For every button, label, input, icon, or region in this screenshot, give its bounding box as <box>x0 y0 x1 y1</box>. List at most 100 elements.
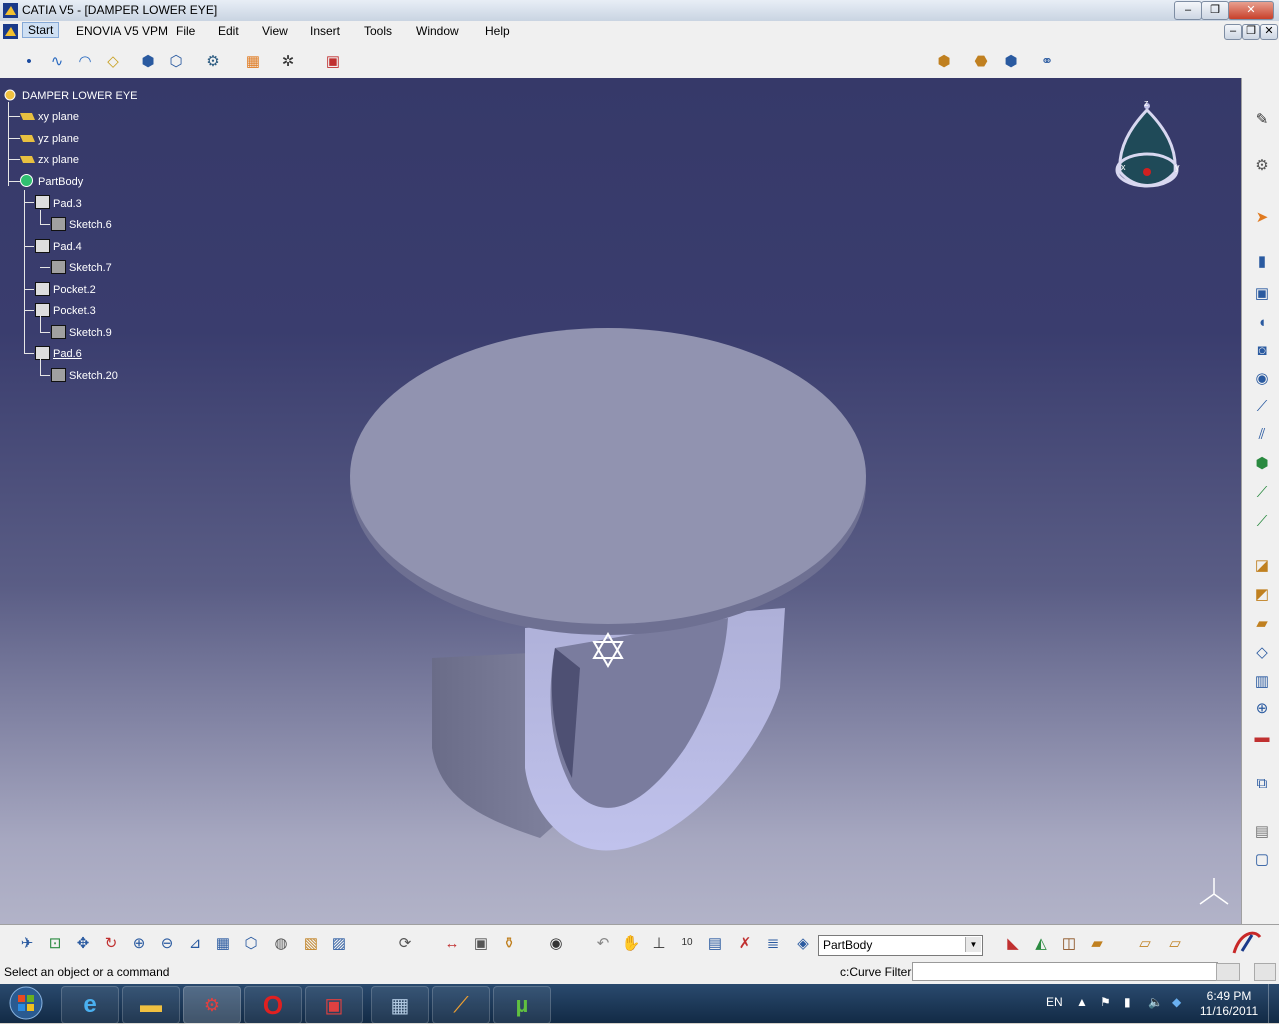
capture-icon[interactable]: ◉ <box>545 932 567 954</box>
pan-icon[interactable]: ✥ <box>72 932 94 954</box>
hole-tool-icon[interactable]: ◉ <box>1251 367 1273 389</box>
chevron-down-icon[interactable]: ▼ <box>965 937 981 952</box>
measure-tool-icon[interactable]: ▤ <box>1251 820 1273 842</box>
maximize-button[interactable]: ❐ <box>1201 1 1229 20</box>
windows-start-button[interactable] <box>4 985 48 1022</box>
catia-taskbar-icon[interactable]: ⚙ <box>183 986 241 1024</box>
stiffener-tool-icon[interactable]: ⬢ <box>1251 452 1273 474</box>
calculator-icon[interactable]: ▦ <box>371 986 429 1024</box>
union-icon[interactable]: ⬢ <box>1000 50 1022 72</box>
remove-face-tool-icon[interactable]: ▬ <box>1251 726 1273 748</box>
fillet-tool-icon[interactable]: ◪ <box>1251 554 1273 576</box>
tree-item-pad-6[interactable]: Pad.6 <box>53 348 82 360</box>
thickness-tool-icon[interactable]: ▥ <box>1251 670 1273 692</box>
spline-icon[interactable]: ∿ <box>46 50 68 72</box>
current-body-select[interactable]: PartBody ▼ <box>818 935 983 956</box>
tree-item-sketch-9[interactable]: Sketch.9 <box>69 327 112 339</box>
tree-item-pad-3[interactable]: Pad.3 <box>53 198 82 210</box>
3d-viewport[interactable]: DAMPER LOWER EYE xy plane yz plane zx pl… <box>0 78 1241 924</box>
precision-icon[interactable]: 10 <box>676 932 698 954</box>
utorrent-icon[interactable]: µ <box>493 986 551 1024</box>
presentation-icon[interactable]: ▣ <box>305 986 363 1024</box>
assembly-icon[interactable]: ⬢ <box>933 50 955 72</box>
surface-icon[interactable]: ◠ <box>74 50 96 72</box>
menu-file[interactable]: File <box>176 24 195 38</box>
fit-all-icon[interactable]: ⊡ <box>44 932 66 954</box>
tree-item-zx-plane[interactable]: zx plane <box>38 154 79 166</box>
remove-icon[interactable]: ⚭ <box>1036 50 1058 72</box>
tree-item-pocket-3[interactable]: Pocket.3 <box>53 305 96 317</box>
catalog-icon[interactable]: ▣ <box>322 50 344 72</box>
chamfer-tool-icon[interactable]: ◩ <box>1251 583 1273 605</box>
menu-help[interactable]: Help <box>485 24 510 38</box>
multi-view-icon[interactable]: ▦ <box>212 932 234 954</box>
flag-icon[interactable]: ⚑ <box>1100 995 1111 1009</box>
apply-material-icon[interactable]: ◣ <box>1002 932 1024 954</box>
part-icon[interactable]: ⬢ <box>137 50 159 72</box>
point-icon[interactable]: • <box>18 50 40 72</box>
menu-edit[interactable]: Edit <box>218 24 239 38</box>
body-icon[interactable]: ◈ <box>792 932 814 954</box>
tree-item-sketch-20[interactable]: Sketch.20 <box>69 370 118 382</box>
shading-icon[interactable]: ◍ <box>270 932 292 954</box>
menu-start[interactable]: Start <box>22 22 60 38</box>
rendering-icon[interactable]: ◭ <box>1030 932 1052 954</box>
tree-item-partbody[interactable]: PartBody <box>38 176 83 188</box>
measure-between-icon[interactable]: ↔ <box>441 932 463 954</box>
compass-icon[interactable] <box>1110 98 1186 198</box>
texture-icon[interactable]: ◫ <box>1058 932 1080 954</box>
formula-icon[interactable]: ≣ <box>762 932 784 954</box>
tree-item-yz-plane[interactable]: yz plane <box>38 133 79 145</box>
tree-root-label[interactable]: DAMPER LOWER EYE <box>22 90 138 102</box>
internet-explorer-icon[interactable]: e <box>61 986 119 1024</box>
opera-icon[interactable]: O <box>244 986 302 1024</box>
constraint-icon[interactable]: ✗ <box>734 932 756 954</box>
rotate-icon[interactable]: ↻ <box>100 932 122 954</box>
scroll-left-button[interactable] <box>1216 963 1240 981</box>
language-indicator[interactable]: EN <box>1046 995 1063 1009</box>
thread-tool-icon[interactable]: ⊕ <box>1251 697 1273 719</box>
axis-system-icon[interactable]: ⊥ <box>648 932 670 954</box>
layer-filter-icon[interactable]: ▱ <box>1164 932 1186 954</box>
loft-tool-icon[interactable]: ⟋ <box>1251 481 1273 503</box>
pocket-tool-icon[interactable]: ▣ <box>1251 282 1273 304</box>
shell-tool-icon[interactable]: ◇ <box>1251 641 1273 663</box>
doc-close-button[interactable]: ✕ <box>1260 24 1278 40</box>
minimize-button[interactable]: – <box>1174 1 1202 20</box>
pad-tool-icon[interactable]: ▮ <box>1251 250 1273 272</box>
tree-item-sketch-6[interactable]: Sketch.6 <box>69 219 112 231</box>
measure-item-icon[interactable]: ▣ <box>470 932 492 954</box>
zoom-in-icon[interactable]: ⊕ <box>128 932 150 954</box>
system-clock[interactable]: 6:49 PM 11/16/2011 <box>1196 989 1262 1019</box>
plane-icon[interactable]: ◇ <box>102 50 124 72</box>
analysis-icon[interactable]: ✲ <box>277 50 299 72</box>
normal-view-icon[interactable]: ⊿ <box>184 932 206 954</box>
tree-item-pad-4[interactable]: Pad.4 <box>53 241 82 253</box>
command-input[interactable] <box>912 962 1218 981</box>
select-arrow-icon[interactable]: ➤ <box>1251 206 1273 228</box>
inertia-icon[interactable]: ⚱ <box>498 932 520 954</box>
groove-tool-icon[interactable]: ◙ <box>1251 339 1273 361</box>
iso-view-icon[interactable]: ⬡ <box>240 932 262 954</box>
update-icon[interactable]: ⟳ <box>394 932 416 954</box>
scene-icon[interactable]: ▰ <box>1086 932 1108 954</box>
remove-loft-tool-icon[interactable]: ⟋ <box>1251 510 1273 532</box>
tree-item-xy-plane[interactable]: xy plane <box>38 111 79 123</box>
layer-icon[interactable]: ▱ <box>1134 932 1156 954</box>
settings-icon[interactable]: ⚙ <box>1251 154 1273 176</box>
boolean-icon[interactable]: ⬣ <box>970 50 992 72</box>
undo-icon[interactable]: ↶ <box>592 932 614 954</box>
split-tool-icon[interactable]: ⧉ <box>1251 772 1273 794</box>
zoom-out-icon[interactable]: ⊖ <box>156 932 178 954</box>
knowledge-icon[interactable]: ⚙ <box>202 50 224 72</box>
dropbox-icon[interactable]: ◆ <box>1172 995 1181 1009</box>
network-icon[interactable]: ▮ <box>1124 995 1131 1009</box>
menu-window[interactable]: Window <box>416 24 459 38</box>
grid-icon[interactable]: ▦ <box>242 50 264 72</box>
fly-mode-icon[interactable]: ✈ <box>16 932 38 954</box>
doc-restore-button[interactable]: ❐ <box>1242 24 1260 40</box>
menu-tools[interactable]: Tools <box>364 24 392 38</box>
part-body-icon[interactable]: ⬡ <box>165 50 187 72</box>
hand-icon[interactable]: ✋ <box>620 932 642 954</box>
close-button[interactable]: ✕ <box>1228 1 1274 20</box>
